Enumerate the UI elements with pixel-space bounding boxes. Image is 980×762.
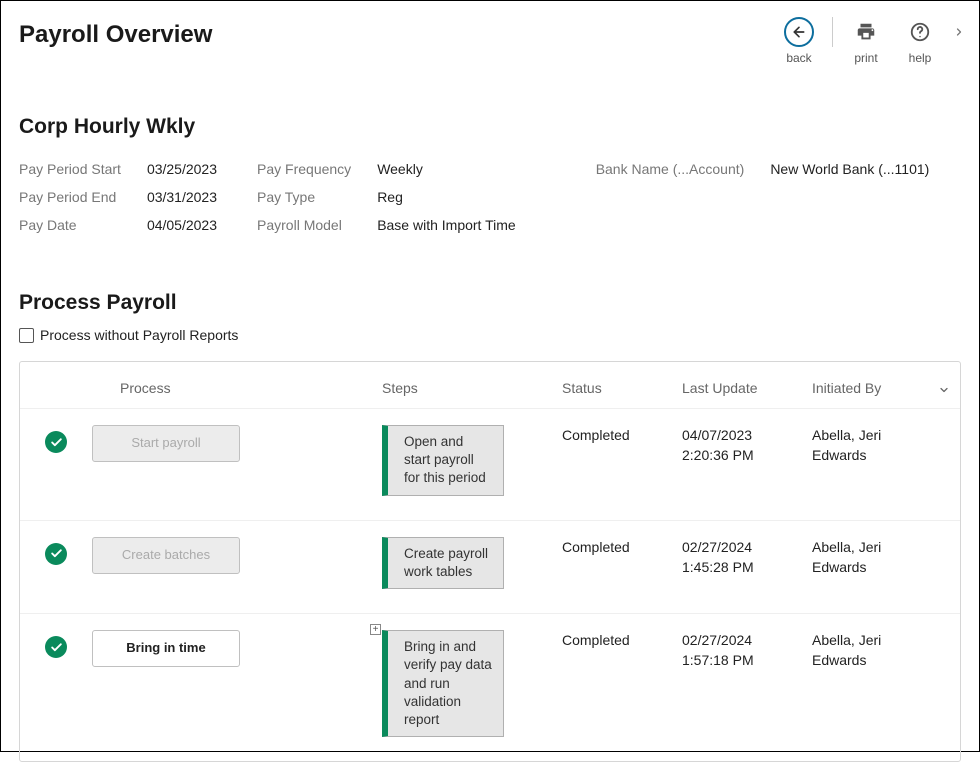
back-label: back (786, 51, 811, 65)
step-box[interactable]: Open and start payroll for this period (382, 425, 504, 496)
chevron-right-icon[interactable] (947, 15, 971, 43)
step-box[interactable]: Create payroll work tables (382, 537, 504, 589)
expand-plus-icon[interactable]: + (370, 624, 381, 635)
meta-value: 04/05/2023 (147, 217, 217, 233)
meta-value: 03/31/2023 (147, 189, 217, 205)
meta-label: Bank Name (...Account) (596, 161, 745, 177)
meta-label: Pay Frequency (257, 161, 351, 177)
checkbox-label: Process without Payroll Reports (40, 327, 238, 343)
meta-label: Payroll Model (257, 217, 351, 233)
th-steps: Steps (382, 380, 562, 396)
payroll-name: Corp Hourly Wkly (19, 115, 961, 139)
process-without-reports-checkbox[interactable] (19, 328, 34, 343)
toolbar-divider (832, 17, 833, 47)
help-button[interactable]: help (893, 15, 947, 65)
th-status: Status (562, 380, 682, 396)
page-title: Payroll Overview (19, 15, 212, 49)
status-cell: Completed (562, 630, 682, 650)
meta-label: Pay Date (19, 217, 121, 233)
meta-grid: Pay Period Start 03/25/2023 Pay Period E… (19, 161, 961, 233)
table-header: Process Steps Status Last Update Initiat… (20, 362, 960, 408)
table-row: Create batches Create payroll work tables… (20, 520, 960, 613)
process-title: Process Payroll (19, 291, 961, 315)
column-menu-icon[interactable] (932, 384, 956, 396)
meta-label: Pay Period Start (19, 161, 121, 177)
check-circle-icon (45, 543, 67, 565)
status-cell: Completed (562, 537, 682, 557)
process-button: Start payroll (92, 425, 240, 462)
meta-value: Reg (377, 189, 516, 205)
meta-value: Base with Import Time (377, 217, 516, 233)
th-last-update: Last Update (682, 380, 812, 396)
meta-label: Pay Type (257, 189, 351, 205)
meta-value: 03/25/2023 (147, 161, 217, 177)
th-initiated-by: Initiated By (812, 380, 932, 396)
meta-value: New World Bank (...1101) (770, 161, 929, 177)
last-update-cell: 02/27/2024 1:57:18 PM (682, 630, 812, 671)
back-button[interactable]: back (772, 15, 826, 65)
meta-value: Weekly (377, 161, 516, 177)
step-box[interactable]: Bring in and verify pay data and run val… (382, 630, 504, 737)
last-update-cell: 02/27/2024 1:45:28 PM (682, 537, 812, 578)
initiated-by-cell: Abella, Jeri Edwards (812, 537, 932, 578)
initiated-by-cell: Abella, Jeri Edwards (812, 425, 932, 466)
process-button[interactable]: Bring in time (92, 630, 240, 667)
print-icon (849, 15, 883, 49)
help-label: help (909, 51, 932, 65)
process-button: Create batches (92, 537, 240, 574)
th-process: Process (92, 380, 382, 396)
meta-label: Pay Period End (19, 189, 121, 205)
check-circle-icon (45, 431, 67, 453)
last-update-cell: 04/07/2023 2:20:36 PM (682, 425, 812, 466)
process-table: Process Steps Status Last Update Initiat… (19, 361, 961, 762)
status-cell: Completed (562, 425, 682, 445)
table-row: Bring in time +Bring in and verify pay da… (20, 613, 960, 761)
back-icon (784, 17, 814, 47)
check-circle-icon (45, 636, 67, 658)
help-icon (903, 15, 937, 49)
print-label: print (854, 51, 877, 65)
toolbar: back print help (772, 15, 971, 65)
initiated-by-cell: Abella, Jeri Edwards (812, 630, 932, 671)
table-row: Start payroll Open and start payroll for … (20, 408, 960, 520)
print-button[interactable]: print (839, 15, 893, 65)
